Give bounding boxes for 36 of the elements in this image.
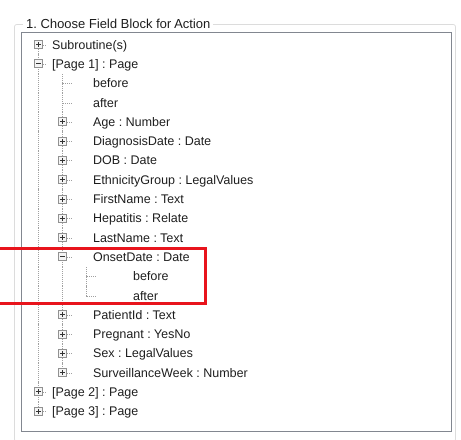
expand-icon[interactable] [58,348,67,358]
expand-icon[interactable] [58,330,67,339]
tree-item[interactable]: Pregnant : YesNo [93,327,190,342]
tree-item[interactable]: before [133,269,168,284]
tree-item[interactable]: [Page 1] : Page [52,56,138,71]
tree-item[interactable]: after [93,96,118,110]
collapse-icon[interactable] [58,252,67,262]
expand-icon[interactable] [58,117,67,126]
tree-item[interactable]: EthnicityGroup : LegalValues [93,172,254,187]
tree-item[interactable]: before [93,76,128,90]
tree-item[interactable]: SurveillanceWeek : Number [93,366,248,380]
expand-icon[interactable] [58,136,67,146]
tree-item[interactable]: Hepatitis : Relate [93,211,188,226]
tree-item[interactable]: [Page 2] : Page [52,384,138,399]
tree-item[interactable]: PatientId : Text [93,308,176,322]
expand-icon[interactable] [34,40,43,50]
expand-icon[interactable] [34,406,43,416]
expand-icon[interactable] [58,233,67,242]
tree-item[interactable]: OnsetDate : Date [93,250,190,264]
tree-item[interactable]: DOB : Date [93,153,157,168]
tree-item[interactable]: DiagnosisDate : Date [93,134,212,148]
tree-item[interactable]: after [133,288,158,302]
expand-icon[interactable] [58,156,67,165]
tree-item[interactable]: Age : Number [93,114,170,129]
tree-item[interactable]: [Page 3] : Page [52,404,138,418]
expand-icon[interactable] [58,310,67,320]
expand-icon[interactable] [58,194,67,204]
expand-icon[interactable] [34,387,43,396]
expand-icon[interactable] [58,175,67,184]
tree-item[interactable]: LastName : Text [93,230,184,245]
tree-item[interactable]: Sex : LegalValues [93,346,193,360]
tree-item[interactable]: Subroutine(s) [52,38,128,52]
expand-icon[interactable] [58,368,67,378]
tree-item[interactable]: FirstName : Text [93,192,184,206]
collapse-icon[interactable] [34,59,43,68]
expand-icon[interactable] [58,214,67,223]
